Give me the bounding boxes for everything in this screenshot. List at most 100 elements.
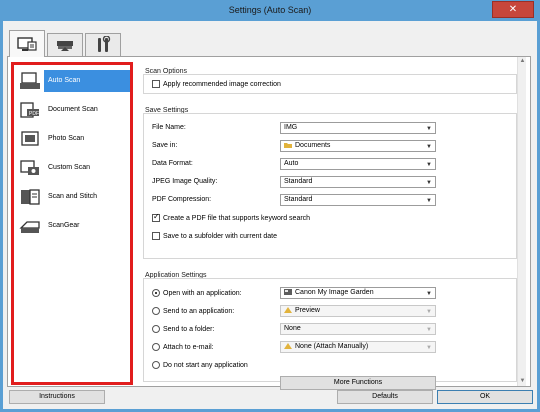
title-bar: Settings (Auto Scan) ✕ [0,0,540,21]
sidebar-item-label: Photo Scan [48,135,85,142]
select-value: Standard [284,196,313,203]
radio-dot [152,343,160,351]
file-name-label: File Name: [152,124,186,131]
chevron-down-icon: ▼ [426,144,432,150]
radio-label: Do not start any application [163,361,248,369]
instructions-button[interactable]: Instructions [9,390,105,404]
radio-label: Send to an application: [163,307,235,315]
data-format-label: Data Format: [152,160,193,167]
save-settings-group: File Name: IMG ▼ Save in: Documents ▼ Data… [143,113,517,259]
chevron-down-icon: ▼ [426,180,432,186]
checkbox-label: Create a PDF file that supports keyword … [163,214,311,222]
sidebar-item-label: Document Scan [48,106,98,113]
client-area: Auto Scan PDF Document Scan Photo Scan C… [3,21,537,409]
pdf-compression-select[interactable]: Standard ▼ [280,194,436,206]
settings-content: Scan Options Apply recommended image cor… [139,57,526,390]
checkbox-label: Apply recommended image correction [163,80,281,88]
scroll-down-icon[interactable]: ▼ [518,377,527,386]
scroll-up-icon[interactable]: ▲ [518,57,527,66]
radio-label: Open with an application: [163,289,242,297]
application-settings-group: Open with an application: Canon My Image… [143,278,517,390]
radio-dot [152,289,160,297]
mail-app-icon [284,343,292,350]
select-value: Preview [295,307,320,314]
chevron-down-icon: ▼ [426,291,432,297]
apply-correction-checkbox[interactable]: Apply recommended image correction [152,80,281,88]
checkbox-box [152,212,160,222]
sidebar-item-label: Custom Scan [48,164,91,171]
sidebar-item-custom-scan[interactable]: Custom Scan [14,154,130,182]
chevron-down-icon: ▼ [426,309,432,315]
select-value: Auto [284,160,299,167]
settings-window: Settings (Auto Scan) ✕ Auto Scan PDF Doc… [0,0,540,412]
save-in-select[interactable]: Documents ▼ [280,140,436,152]
window-title: Settings (Auto Scan) [228,5,312,15]
computer-scan-icon [17,37,37,51]
chevron-down-icon: ▼ [426,198,432,204]
checkbox-box [152,232,160,240]
radio-dot [152,307,160,315]
sidebar-item-label: Auto Scan [44,70,130,92]
send-to-folder-select[interactable]: None ▼ [280,323,436,335]
send-to-app-radio[interactable]: Send to an application: [152,307,234,315]
select-value: Standard [284,178,313,185]
scan-options-group: Apply recommended image correction [143,74,517,94]
open-with-app-radio[interactable]: Open with an application: [152,289,242,297]
chevron-down-icon: ▼ [426,345,432,351]
radio-dot [152,325,160,333]
radio-dot [152,361,160,369]
sidebar-item-auto-scan[interactable]: Auto Scan [14,67,130,95]
document-scan-icon: PDF [20,102,39,118]
attach-email-radio[interactable]: Attach to e-mail: [152,343,214,351]
sidebar-item-label: ScanGear [48,222,80,229]
attach-email-select[interactable]: None (Attach Manually) ▼ [280,341,436,353]
defaults-button[interactable]: Defaults [337,390,433,404]
subfolder-checkbox[interactable]: Save to a subfolder with current date [152,232,277,240]
scan-mode-list: Auto Scan PDF Document Scan Photo Scan C… [11,62,133,385]
sidebar-item-scangear[interactable]: ScanGear [14,212,130,240]
general-settings-tab[interactable] [85,33,121,56]
jpeg-quality-select[interactable]: Standard ▼ [280,176,436,188]
scan-and-stitch-icon [21,189,40,205]
app-icon [284,289,292,296]
close-button[interactable]: ✕ [492,1,534,18]
custom-scan-icon [20,160,39,175]
photo-scan-icon [21,131,39,146]
settings-panel: Auto Scan PDF Document Scan Photo Scan C… [7,56,531,390]
chevron-down-icon: ▼ [426,162,432,168]
sidebar-item-document-scan[interactable]: PDF Document Scan [14,96,130,124]
sidebar-item-scan-and-stitch[interactable]: Scan and Stitch [14,183,130,211]
send-to-app-select[interactable]: Preview ▼ [280,305,436,317]
sidebar-item-label: Scan and Stitch [48,193,98,200]
open-with-app-select[interactable]: Canon My Image Garden ▼ [280,287,436,299]
scan-from-computer-tab[interactable] [9,30,45,57]
do-not-start-radio[interactable]: Do not start any application [152,361,248,369]
save-in-label: Save in: [152,142,178,149]
radio-label: Send to a folder: [163,325,215,333]
select-value: None [284,325,301,332]
svg-text:PDF: PDF [29,111,39,117]
data-format-select[interactable]: Auto ▼ [280,158,436,170]
auto-scan-icon [20,72,40,89]
keyword-pdf-checkbox[interactable]: Create a PDF file that supports keyword … [152,212,311,222]
app-icon [284,307,292,314]
select-value: Documents [295,142,331,149]
chevron-down-icon: ▼ [426,327,432,333]
tools-icon [98,36,111,52]
file-name-combobox[interactable]: IMG ▼ [280,122,436,134]
button-bar: Instructions Defaults OK [3,387,537,409]
ok-button[interactable]: OK [437,390,533,404]
folder-icon [284,143,292,149]
jpeg-quality-label: JPEG Image Quality: [152,178,218,185]
select-value: Canon My Image Garden [295,289,374,296]
sidebar-item-photo-scan[interactable]: Photo Scan [14,125,130,153]
scan-from-panel-tab[interactable] [47,33,83,56]
vertical-scrollbar[interactable]: ▲ ▼ [517,57,526,386]
scanner-panel-icon [57,41,73,51]
send-to-folder-radio[interactable]: Send to a folder: [152,325,214,333]
checkbox-label: Save to a subfolder with current date [163,232,278,240]
combobox-value: IMG [284,124,298,131]
radio-label: Attach to e-mail: [163,343,214,351]
pdf-compression-label: PDF Compression: [152,196,212,203]
scangear-icon [19,221,40,233]
